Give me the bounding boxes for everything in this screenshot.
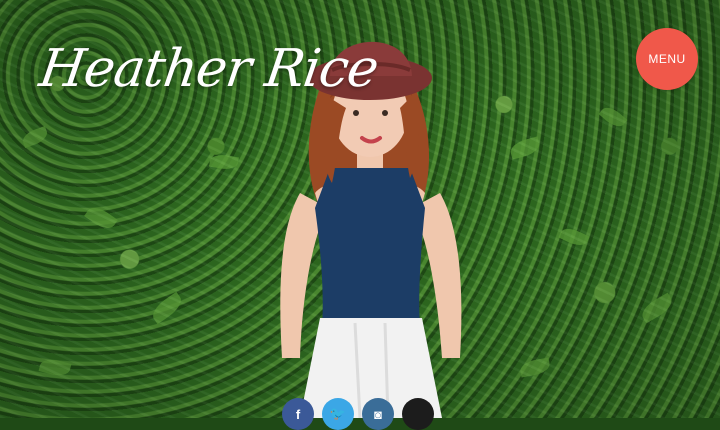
leaf-decoration xyxy=(20,125,50,149)
facebook-icon[interactable]: f xyxy=(282,398,314,430)
leaf-decoration xyxy=(518,357,552,378)
menu-button[interactable]: MENU xyxy=(636,28,698,90)
apple-icon[interactable] xyxy=(402,398,434,430)
instagram-icon[interactable]: ◙ xyxy=(362,398,394,430)
leaf-decoration xyxy=(558,224,590,250)
leaf-decoration xyxy=(598,103,628,131)
leaf-decoration xyxy=(148,291,186,325)
leaf-decoration xyxy=(38,356,72,379)
leaf-decoration xyxy=(508,136,542,160)
leaf-decoration xyxy=(208,152,240,172)
site-logo[interactable]: Heather Rice xyxy=(34,24,382,114)
social-links: f 🐦 ◙ xyxy=(282,398,442,430)
leaf-decoration xyxy=(638,292,676,324)
leaf-decoration xyxy=(84,202,118,234)
twitter-icon[interactable]: 🐦 xyxy=(322,398,354,430)
